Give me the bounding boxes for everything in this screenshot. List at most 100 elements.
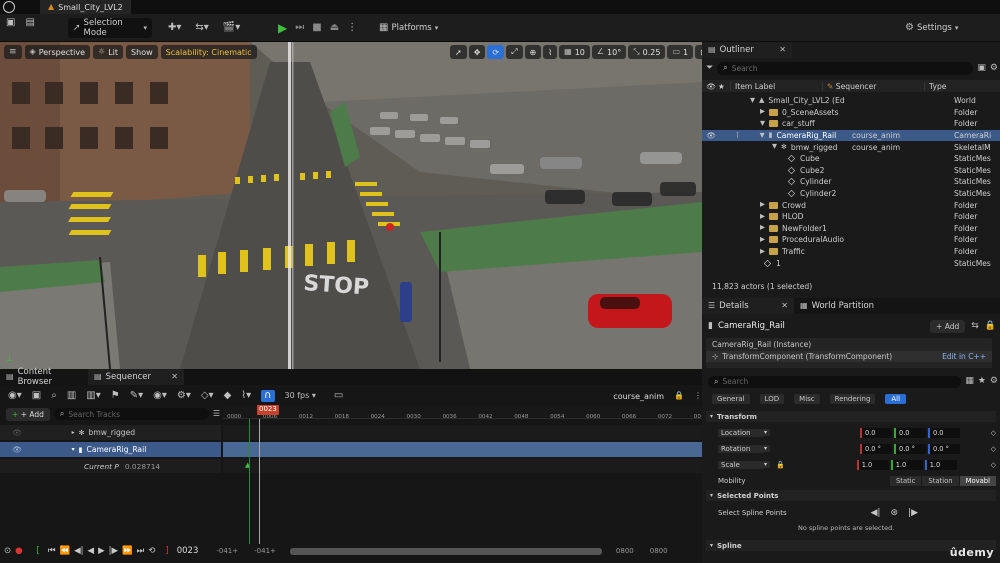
next-key-icon[interactable]: ⏩	[122, 546, 133, 556]
grid-view-icon[interactable]: ▦	[965, 377, 974, 386]
location-x-field[interactable]: 0.0	[860, 427, 893, 438]
world-settings-icon[interactable]: ◉▾	[8, 391, 22, 401]
view-options-icon[interactable]: ◉▾	[153, 391, 167, 401]
record-icon[interactable]: ●	[15, 546, 22, 556]
timeline-scrollbar[interactable]	[289, 547, 602, 555]
scale-dropdown[interactable]: Scale	[718, 460, 764, 469]
render-movie-icon[interactable]: ▥	[67, 391, 76, 401]
rotation-snap-button[interactable]: ∠ 10°	[591, 45, 627, 59]
lit-button[interactable]: ☼ Lit	[93, 45, 124, 59]
scale-snap-button[interactable]: ⤡ 0.25	[628, 45, 666, 59]
tree-row-1[interactable]: 1 StaticMes	[702, 257, 1000, 269]
select-next-point-icon[interactable]: |▶	[908, 508, 918, 518]
scale-y-field[interactable]: 1.0	[890, 459, 923, 470]
mobility-stationary[interactable]: Station	[922, 475, 959, 486]
scale-z-field[interactable]: 1.0	[924, 459, 957, 470]
mobility-static[interactable]: Static	[889, 475, 922, 486]
work-start-field[interactable]: -041+	[254, 547, 276, 555]
select-all-points-icon[interactable]: ⊛	[890, 508, 898, 518]
more-icon[interactable]: ⋮	[694, 392, 702, 400]
filter-icon[interactable]: ☰	[213, 410, 220, 418]
tree-row-cube2[interactable]: Cube2 StaticMes	[702, 165, 1000, 177]
cinematics-icon[interactable]: 🎬▾	[223, 23, 240, 33]
tab-sequencer[interactable]: ▤ Sequencer ✕	[88, 369, 184, 385]
tab-details[interactable]: ☰ Details ✕	[702, 298, 794, 314]
play-icon[interactable]: ▶	[278, 22, 287, 34]
tab-world-partition[interactable]: ▦ World Partition	[794, 298, 881, 314]
scale-x-field[interactable]: 1.0	[856, 459, 889, 470]
tree-row-hlod[interactable]: ▸ HLOD Folder	[702, 211, 1000, 223]
rotate-tool-icon[interactable]: ⟳	[487, 45, 505, 59]
tree-row-cylinder2[interactable]: Cylinder2 StaticMes	[702, 188, 1000, 200]
tree-row-world[interactable]: ▾ ▲ Small_City_LVL2 (Ed World	[702, 95, 1000, 107]
playback-options-icon[interactable]: ⚙▾	[177, 391, 191, 401]
add-folder-icon[interactable]: ▣	[977, 63, 986, 73]
edit-cpp-link[interactable]: Edit in C++	[942, 352, 986, 361]
tree-row-camerarig-rail[interactable]: 👁 ⊺ ▾ ▮ CameraRig_Rail course_anim CameraRi	[702, 129, 1000, 142]
bmw-track-lane[interactable]	[223, 425, 702, 440]
location-y-field[interactable]: 0.0	[894, 427, 927, 438]
current-frame-field[interactable]: 0023	[177, 546, 199, 556]
mobility-movable[interactable]: Movabl	[959, 475, 996, 486]
maximize-viewport-icon[interactable]: ⊞	[695, 45, 702, 59]
add-actor-icon[interactable]: ✚▾	[168, 23, 181, 33]
rotation-y-field[interactable]: 0.0 °	[894, 443, 927, 454]
close-icon[interactable]: ✕	[171, 373, 178, 381]
filter-all[interactable]: All	[885, 394, 907, 404]
tree-row-cylinder[interactable]: Cylinder StaticMes	[702, 176, 1000, 188]
work-end-field[interactable]: 0800	[616, 547, 634, 555]
surface-snap-icon[interactable]: ⌇	[543, 45, 558, 59]
play-icon[interactable]: ▶	[98, 546, 105, 556]
settings-icon[interactable]: ⚙	[990, 63, 998, 73]
save-sequence-icon[interactable]: ▣	[32, 391, 41, 401]
filter-icon[interactable]: ⏷	[706, 63, 713, 73]
more-icon[interactable]: ⋮	[347, 23, 357, 33]
close-icon[interactable]: ✕	[781, 302, 788, 310]
blueprint-convert-icon[interactable]: ⇆	[971, 321, 979, 331]
tree-row-cube[interactable]: Cube StaticMes	[702, 153, 1000, 165]
key-options-icon[interactable]: ◇▾	[201, 391, 214, 401]
outliner-search-input[interactable]: ⌕ Search	[717, 61, 974, 75]
eject-icon[interactable]: ⏏	[330, 23, 339, 33]
add-component-button[interactable]: + Add	[930, 319, 966, 333]
timeline-ruler[interactable]: 0000 0006 0012 0018 0024 0030 0036 0042 0048 0054…	[223, 405, 702, 420]
camera-speed-button[interactable]: ▭ 1	[667, 45, 694, 59]
view-end-field[interactable]: 0800	[650, 547, 668, 555]
track-visibility-icon[interactable]: 👁	[12, 445, 22, 454]
scale-tool-icon[interactable]: ⤢	[506, 45, 523, 59]
view-start-field[interactable]: -041+	[216, 547, 238, 555]
track-row-current-position[interactable]: Current P 0.028714	[0, 459, 221, 473]
pin-icon[interactable]: ⊺	[736, 131, 740, 140]
rotation-dropdown[interactable]: Rotation	[718, 444, 764, 453]
selection-mode-dropdown[interactable]: ➚ Selection Mode ▾	[68, 18, 152, 38]
transform-component-row[interactable]: ⊹ TransformComponent (TransformComponent…	[706, 351, 992, 362]
track-search-input[interactable]: ⌕ Search Tracks	[53, 408, 209, 420]
jump-end-icon[interactable]: ⏭	[137, 546, 145, 556]
playhead-handle[interactable]: 0023	[257, 405, 279, 415]
details-search-input[interactable]: ⌕ Search	[708, 375, 962, 388]
camerarig-section[interactable]	[223, 442, 702, 457]
tree-row-traffic[interactable]: ▸ Traffic Folder	[702, 246, 1000, 258]
filter-lod[interactable]: LOD	[759, 394, 785, 404]
selected-points-header[interactable]: ▾ Selected Points	[706, 490, 996, 501]
tree-row-bmw-rigged[interactable]: ▾ ✻ bmw_rigged course_anim SkeletalM	[702, 141, 1000, 153]
content-icon[interactable]: ▤	[25, 18, 34, 28]
instance-row[interactable]: CameraRig_Rail (Instance)	[706, 338, 992, 351]
actor-name-field[interactable]: CameraRig_Rail	[718, 321, 785, 331]
filter-general[interactable]: General	[712, 394, 750, 404]
record-toggle-icon[interactable]: ⊙	[4, 546, 11, 556]
reset-icon[interactable]: ◇	[991, 445, 996, 453]
reset-icon[interactable]: ◇	[991, 429, 996, 437]
col-type[interactable]: Type	[924, 81, 946, 91]
curve-editor-icon[interactable]: ▭	[334, 391, 343, 401]
col-sequencer[interactable]: ✎ Sequencer	[822, 81, 924, 91]
location-z-field[interactable]: 0.0	[928, 427, 961, 438]
transform-header[interactable]: ▾ Transform	[706, 411, 996, 422]
viewport-options-button[interactable]: ≡	[4, 45, 22, 59]
find-asset-icon[interactable]: ⌕	[51, 391, 57, 401]
move-tool-icon[interactable]: ✥	[468, 45, 486, 59]
add-track-button[interactable]: + + Add	[6, 407, 50, 421]
track-row-camerarig[interactable]: 👁 ▾ ▮ CameraRig_Rail	[0, 442, 221, 457]
location-dropdown[interactable]: Location	[718, 428, 764, 437]
snapping-magnet-icon[interactable]: ∩	[261, 390, 275, 402]
